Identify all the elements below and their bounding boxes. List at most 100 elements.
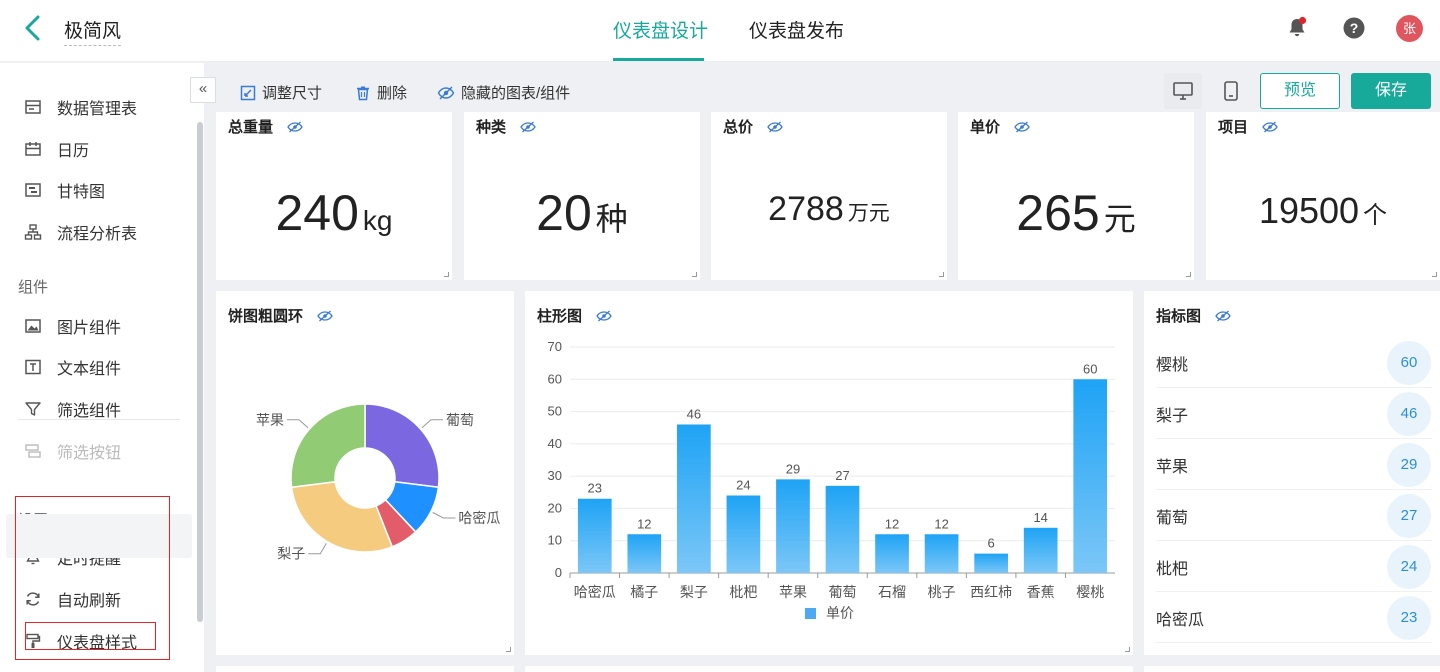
pie-slice-label: 葡萄 [446, 412, 474, 428]
active-tab-indicator [613, 58, 704, 61]
kpi-card-total-weight[interactable]: 总重量 240 kg [216, 112, 452, 280]
sidebar-item-image-component[interactable]: 图片组件 [24, 311, 121, 341]
bar[interactable] [677, 424, 711, 573]
trash-icon [357, 86, 369, 100]
resize-button[interactable]: 调整尺寸 [240, 82, 322, 103]
tab-dashboard-design[interactable]: 仪表盘设计 [613, 16, 708, 43]
indicator-value: 29 [1387, 443, 1431, 487]
bar-value-label: 12 [934, 516, 948, 531]
y-tick-label: 10 [548, 533, 562, 548]
sidebar-item-text-component[interactable]: 文本组件 [24, 352, 121, 382]
kpi-unit: 种 [595, 201, 628, 237]
mobile-view-button[interactable] [1212, 73, 1250, 109]
legend-label[interactable]: 单价 [826, 605, 854, 621]
sidebar-scrollbar[interactable] [197, 122, 203, 622]
pie-label-line [286, 419, 309, 429]
resize-handle[interactable] [1125, 647, 1130, 652]
bar[interactable] [1073, 379, 1108, 573]
resize-handle[interactable] [1186, 272, 1191, 277]
eye-hidden-icon[interactable] [1014, 121, 1030, 133]
bar[interactable] [924, 534, 959, 573]
indicator-row: 梨子 46 [1156, 388, 1432, 439]
back-arrow-icon[interactable] [22, 14, 44, 42]
eye-hidden-icon[interactable] [1215, 310, 1231, 322]
x-tick-label: 苹果 [779, 584, 807, 600]
bar[interactable] [1023, 527, 1058, 573]
eye-hidden-icon[interactable] [287, 121, 303, 133]
pie-slice[interactable] [290, 403, 366, 489]
bar[interactable] [776, 479, 810, 573]
indicator-label: 苹果 [1156, 459, 1189, 476]
bar[interactable] [875, 534, 909, 573]
preview-button[interactable]: 预览 [1260, 73, 1340, 109]
image-icon [25, 319, 41, 333]
resize-handle[interactable] [444, 272, 449, 277]
collapse-sidebar-button[interactable]: « [190, 77, 216, 103]
bar-value-label: 46 [687, 406, 701, 421]
sidebar-item-data-table[interactable]: 数据管理表 [24, 92, 137, 122]
sidebar-item-label: 流程分析表 [57, 226, 138, 243]
kpi-value-display: 240 kg [216, 184, 452, 242]
eye-hidden-icon[interactable] [1262, 121, 1278, 133]
delete-button[interactable]: 删除 [355, 82, 407, 103]
sidebar-item-gantt[interactable]: 甘特图 [24, 175, 105, 205]
sidebar-item-flow[interactable]: 流程分析表 [24, 217, 137, 247]
hidden-charts-button[interactable]: 隐藏的图表/组件 [437, 82, 570, 103]
kpi-card-unit-price[interactable]: 单价 265 元 [958, 112, 1194, 280]
bar-value-label: 12 [637, 516, 651, 531]
kpi-value-display: 265 元 [958, 184, 1194, 242]
kpi-card-variety[interactable]: 种类 20 种 [464, 112, 700, 280]
bar[interactable] [577, 498, 612, 573]
sidebar-item-label: 数据管理表 [57, 101, 138, 118]
bar[interactable] [825, 485, 860, 573]
text-icon [25, 359, 41, 375]
resize-handle[interactable] [692, 272, 697, 277]
y-tick-label: 50 [548, 404, 562, 419]
pie-slice[interactable] [364, 403, 440, 489]
kpi-value-display: 2788 万元 [711, 190, 947, 229]
x-tick-label: 樱桃 [1076, 584, 1104, 600]
pie-label-line [308, 543, 327, 555]
indicator-value: 23 [1387, 596, 1431, 640]
eye-hidden-icon[interactable] [317, 310, 333, 322]
resize-handle[interactable] [506, 647, 511, 652]
y-tick-label: 0 [555, 565, 562, 580]
indicator-row: 苹果 29 [1156, 439, 1432, 490]
pie-chart: 葡萄哈密瓜梨子 苹果 [256, 403, 500, 562]
pie-chart-card[interactable]: 饼图粗圆环 葡萄 哈密瓜 梨子 苹果 [216, 291, 514, 655]
bar[interactable] [726, 495, 761, 573]
x-tick-label: 哈密瓜 [574, 584, 616, 600]
eye-hidden-icon[interactable] [767, 121, 783, 133]
bar-chart-card[interactable]: 柱形图 0 10 20 30 40 50 60 70 23 哈密瓜 12 橘子 46 梨子 24 枇杷 29 苹果… [525, 291, 1133, 655]
help-icon[interactable]: ? [1342, 16, 1366, 40]
bar[interactable] [627, 534, 662, 573]
resize-handle[interactable] [1432, 272, 1437, 277]
kpi-card-header: 单价 [970, 116, 1030, 137]
bar[interactable] [974, 553, 1008, 573]
next-row-card [1144, 666, 1440, 672]
avatar[interactable]: 张 [1396, 15, 1423, 42]
kpi-value-display: 20 种 [464, 184, 700, 242]
indicator-row: 枇杷 24 [1156, 541, 1432, 592]
sidebar-item-label: 甘特图 [57, 184, 106, 201]
kpi-card-items[interactable]: 项目 19500 个 [1206, 112, 1440, 280]
kpi-unit: kg [362, 205, 393, 236]
save-button[interactable]: 保存 [1351, 73, 1431, 109]
kpi-card-total-price[interactable]: 总价 2788 万元 [711, 112, 947, 280]
sidebar-item-calendar[interactable]: 日历 [24, 134, 89, 164]
legend-swatch[interactable] [805, 608, 816, 619]
eye-hidden-icon[interactable] [596, 310, 612, 322]
app-title[interactable]: 极简风 [64, 16, 122, 46]
indicator-row: 樱桃 60 [1156, 337, 1432, 388]
pie-slice[interactable] [290, 480, 394, 553]
resize-handle[interactable] [939, 272, 944, 277]
highlight-box-dashboard-style [25, 622, 156, 650]
sidebar-item-label: 筛选组件 [57, 403, 122, 420]
indicator-card[interactable]: 指标图 樱桃 60 梨子 46 苹果 29 葡萄 27 枇杷 24 哈密瓜 23 [1144, 291, 1440, 655]
notification-bell-icon[interactable] [1285, 16, 1309, 40]
pie-slice-label: 哈密瓜 [458, 510, 500, 526]
desktop-view-button[interactable] [1164, 73, 1202, 109]
eye-hidden-icon[interactable] [520, 121, 536, 133]
tab-dashboard-publish[interactable]: 仪表盘发布 [749, 16, 844, 43]
y-tick-label: 40 [548, 436, 562, 451]
